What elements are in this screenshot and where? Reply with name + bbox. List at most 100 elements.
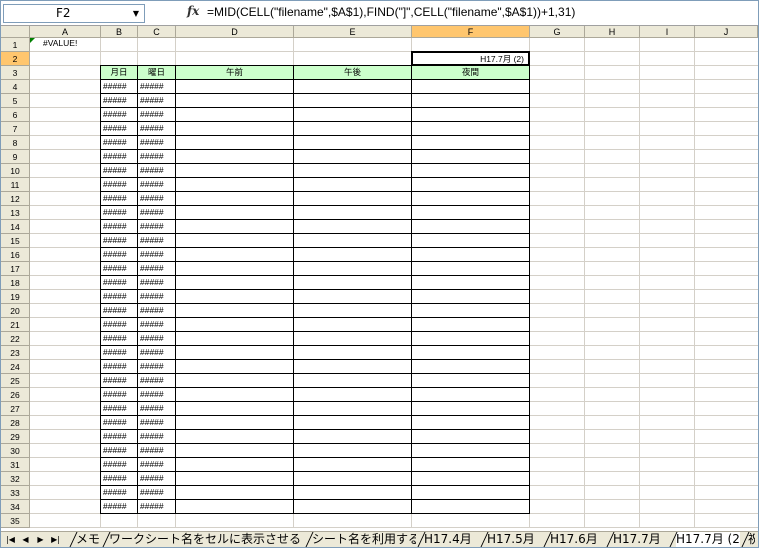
date-cell[interactable]: ##### bbox=[100, 457, 138, 472]
sheet-tab[interactable]: H17.4月 bbox=[424, 532, 479, 547]
weekday-cell[interactable]: ##### bbox=[137, 149, 176, 164]
weekday-cell[interactable]: ##### bbox=[137, 443, 176, 458]
row-header-32[interactable]: 32 bbox=[1, 472, 30, 486]
row-header-17[interactable]: 17 bbox=[1, 262, 30, 276]
weekday-cell[interactable]: ##### bbox=[137, 163, 176, 178]
weekday-cell[interactable]: ##### bbox=[137, 219, 176, 234]
night-cell[interactable] bbox=[411, 135, 530, 150]
weekday-cell[interactable]: ##### bbox=[137, 387, 176, 402]
row-header-9[interactable]: 9 bbox=[1, 150, 30, 164]
afternoon-cell[interactable] bbox=[293, 317, 412, 332]
night-cell[interactable] bbox=[411, 107, 530, 122]
weekday-cell[interactable]: ##### bbox=[137, 401, 176, 416]
night-cell[interactable] bbox=[411, 485, 530, 500]
afternoon-cell[interactable] bbox=[293, 429, 412, 444]
row-header-19[interactable]: 19 bbox=[1, 290, 30, 304]
date-cell[interactable]: ##### bbox=[100, 429, 138, 444]
row-header-4[interactable]: 4 bbox=[1, 80, 30, 94]
night-cell[interactable] bbox=[411, 247, 530, 262]
afternoon-cell[interactable] bbox=[293, 499, 412, 514]
afternoon-cell[interactable] bbox=[293, 93, 412, 108]
date-cell[interactable]: ##### bbox=[100, 387, 138, 402]
column-header-f[interactable]: F bbox=[412, 26, 530, 38]
row-header-7[interactable]: 7 bbox=[1, 122, 30, 136]
afternoon-cell[interactable] bbox=[293, 149, 412, 164]
night-cell[interactable] bbox=[411, 457, 530, 472]
header-cell-c3[interactable]: 曜日 bbox=[137, 65, 176, 80]
date-cell[interactable]: ##### bbox=[100, 121, 138, 136]
weekday-cell[interactable]: ##### bbox=[137, 485, 176, 500]
night-cell[interactable] bbox=[411, 317, 530, 332]
date-cell[interactable]: ##### bbox=[100, 247, 138, 262]
date-cell[interactable]: ##### bbox=[100, 261, 138, 276]
cell-a1[interactable]: #VALUE! bbox=[29, 37, 101, 52]
row-header-27[interactable]: 27 bbox=[1, 402, 30, 416]
afternoon-cell[interactable] bbox=[293, 345, 412, 360]
row-header-16[interactable]: 16 bbox=[1, 248, 30, 262]
night-cell[interactable] bbox=[411, 471, 530, 486]
date-cell[interactable]: ##### bbox=[100, 373, 138, 388]
date-cell[interactable]: ##### bbox=[100, 163, 138, 178]
afternoon-cell[interactable] bbox=[293, 457, 412, 472]
morning-cell[interactable] bbox=[175, 219, 294, 234]
weekday-cell[interactable]: ##### bbox=[137, 93, 176, 108]
night-cell[interactable] bbox=[411, 149, 530, 164]
afternoon-cell[interactable] bbox=[293, 163, 412, 178]
header-cell-e3[interactable]: 午後 bbox=[293, 65, 412, 80]
night-cell[interactable] bbox=[411, 261, 530, 276]
morning-cell[interactable] bbox=[175, 331, 294, 346]
row-header-2[interactable]: 2 bbox=[1, 52, 30, 66]
night-cell[interactable] bbox=[411, 415, 530, 430]
date-cell[interactable]: ##### bbox=[100, 359, 138, 374]
morning-cell[interactable] bbox=[175, 233, 294, 248]
weekday-cell[interactable]: ##### bbox=[137, 345, 176, 360]
sheet-tab[interactable]: メモ bbox=[76, 532, 101, 547]
night-cell[interactable] bbox=[411, 401, 530, 416]
weekday-cell[interactable]: ##### bbox=[137, 471, 176, 486]
column-header-d[interactable]: D bbox=[176, 26, 294, 38]
header-cell-b3[interactable]: 月日 bbox=[100, 65, 138, 80]
weekday-cell[interactable]: ##### bbox=[137, 233, 176, 248]
chevron-down-icon[interactable]: ▼ bbox=[128, 5, 144, 22]
night-cell[interactable] bbox=[411, 121, 530, 136]
afternoon-cell[interactable] bbox=[293, 289, 412, 304]
weekday-cell[interactable]: ##### bbox=[137, 303, 176, 318]
afternoon-cell[interactable] bbox=[293, 387, 412, 402]
header-cell-f3[interactable]: 夜間 bbox=[411, 65, 530, 80]
date-cell[interactable]: ##### bbox=[100, 275, 138, 290]
row-header-15[interactable]: 15 bbox=[1, 234, 30, 248]
night-cell[interactable] bbox=[411, 191, 530, 206]
night-cell[interactable] bbox=[411, 429, 530, 444]
column-header-h[interactable]: H bbox=[585, 26, 640, 38]
weekday-cell[interactable]: ##### bbox=[137, 107, 176, 122]
afternoon-cell[interactable] bbox=[293, 261, 412, 276]
morning-cell[interactable] bbox=[175, 373, 294, 388]
row-header-24[interactable]: 24 bbox=[1, 360, 30, 374]
date-cell[interactable]: ##### bbox=[100, 79, 138, 94]
morning-cell[interactable] bbox=[175, 471, 294, 486]
weekday-cell[interactable]: ##### bbox=[137, 205, 176, 220]
row-header-33[interactable]: 33 bbox=[1, 486, 30, 500]
night-cell[interactable] bbox=[411, 219, 530, 234]
row-header-10[interactable]: 10 bbox=[1, 164, 30, 178]
night-cell[interactable] bbox=[411, 331, 530, 346]
afternoon-cell[interactable] bbox=[293, 247, 412, 262]
column-header-b[interactable]: B bbox=[101, 26, 138, 38]
date-cell[interactable]: ##### bbox=[100, 471, 138, 486]
morning-cell[interactable] bbox=[175, 177, 294, 192]
header-cell-d3[interactable]: 午前 bbox=[175, 65, 294, 80]
weekday-cell[interactable]: ##### bbox=[137, 359, 176, 374]
night-cell[interactable] bbox=[411, 303, 530, 318]
weekday-cell[interactable]: ##### bbox=[137, 191, 176, 206]
morning-cell[interactable] bbox=[175, 387, 294, 402]
afternoon-cell[interactable] bbox=[293, 233, 412, 248]
sheet-tab[interactable]: ワークシート名をセルに表示させる bbox=[109, 532, 304, 547]
row-header-20[interactable]: 20 bbox=[1, 304, 30, 318]
morning-cell[interactable] bbox=[175, 205, 294, 220]
night-cell[interactable] bbox=[411, 499, 530, 514]
morning-cell[interactable] bbox=[175, 247, 294, 262]
date-cell[interactable]: ##### bbox=[100, 219, 138, 234]
morning-cell[interactable] bbox=[175, 275, 294, 290]
morning-cell[interactable] bbox=[175, 457, 294, 472]
afternoon-cell[interactable] bbox=[293, 303, 412, 318]
